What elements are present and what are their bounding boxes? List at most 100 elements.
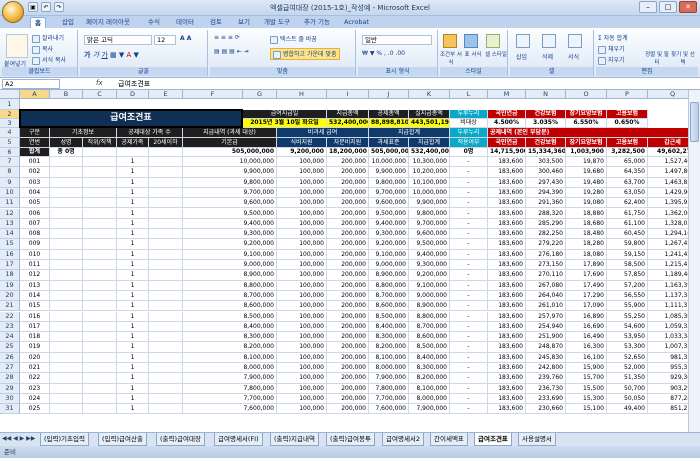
row-number[interactable]: 005 [20,198,50,209]
longterm-cell[interactable]: 19,870 [566,157,607,168]
row-header[interactable]: 28 [0,373,20,384]
name-cell[interactable] [50,332,83,343]
column-header-n[interactable]: N [526,90,566,99]
name-cell[interactable] [50,218,83,230]
total-pay-label[interactable]: 지급총액 [327,110,369,119]
total-cell[interactable]: 3,282,500 [607,148,648,157]
dupl-cell[interactable]: - [450,301,488,312]
tab-formulas[interactable]: 수식 [144,17,164,28]
family-cell[interactable]: 1 [117,373,149,384]
header-cell[interactable]: 공제내역 (본인 부담분) [488,128,688,138]
meal-cell[interactable]: 100,000 [277,332,327,343]
family-cell[interactable]: 1 [117,270,149,281]
under20-cell[interactable] [149,321,183,333]
position-cell[interactable] [83,393,117,405]
pay-total-cell[interactable]: 8,200,000 [409,373,450,384]
pay-total-cell[interactable]: 9,100,000 [409,280,450,291]
employment-cell[interactable]: 53,950 [607,332,648,343]
meal-cell[interactable]: 100,000 [277,301,327,312]
longterm-cell[interactable]: 18,280 [566,239,607,250]
tab-home[interactable]: 홈 [30,17,46,28]
employment-cell[interactable]: 62,400 [607,198,648,209]
health-cell[interactable]: 251,900 [526,332,566,343]
income-tax-cell[interactable]: 1,111,370 [648,301,688,312]
under20-cell[interactable] [149,198,183,209]
employment-cell[interactable]: 49,400 [607,404,648,415]
position-cell[interactable] [83,208,117,219]
employment-cell[interactable]: 63,700 [607,177,648,188]
pension-cell[interactable]: 183,600 [488,311,526,322]
pay-date-label[interactable]: 급여지급일 [243,110,327,119]
car-cell[interactable]: 200,000 [327,218,369,230]
income-tax-cell[interactable]: 1,328,050 [648,219,688,230]
taxable-cell[interactable]: 10,000,000 [369,157,409,168]
meal-cell[interactable]: 100,000 [277,177,327,188]
row-header[interactable]: 1 [0,99,20,110]
health-cell[interactable]: 279,220 [526,239,566,250]
dupl-cell[interactable]: - [450,373,488,384]
position-cell[interactable] [83,363,117,374]
family-cell[interactable]: 1 [117,208,149,219]
pay-total-cell[interactable]: 10,000,000 [409,187,450,199]
pay-total-cell[interactable]: 10,300,000 [409,157,450,168]
column-header-j[interactable]: J [369,90,409,99]
grow-font-icon[interactable]: A A [180,35,191,42]
total-cell[interactable]: 505,000,000 [369,148,409,157]
pension-cell[interactable]: 183,600 [488,404,526,415]
longterm-cell[interactable]: 19,280 [566,187,607,199]
pension-cell[interactable]: 183,600 [488,280,526,291]
name-cell[interactable] [50,404,83,415]
row-number[interactable]: 014 [20,290,50,302]
total-cell[interactable]: 0명 [450,148,488,157]
longterm-cell[interactable]: 18,080 [566,249,607,260]
name-cell[interactable] [50,167,83,178]
taxable-cell[interactable]: 8,300,000 [369,332,409,343]
row-header[interactable]: 20 [0,290,20,302]
cut-button[interactable]: 잘라내기 [32,33,64,43]
car-cell[interactable]: 200,000 [327,177,369,188]
pension-cell[interactable]: 183,600 [488,187,526,199]
position-cell[interactable] [83,290,117,302]
base-pay-cell[interactable]: 8,600,000 [183,301,277,312]
dupl-cell[interactable]: - [450,157,488,168]
employment-cell[interactable]: 51,350 [607,373,648,384]
tab-developer[interactable]: 개발 도구 [260,17,294,28]
income-tax-cell[interactable]: 929,300 [648,373,688,384]
subheader-cell[interactable]: 건강보험 [526,138,566,148]
employment-cell[interactable]: 54,600 [607,321,648,333]
format-cells-icon[interactable] [568,34,582,48]
subheader-cell[interactable]: 국민연금 [488,138,526,148]
name-cell[interactable] [50,270,83,281]
name-cell[interactable] [50,363,83,374]
longterm-cell[interactable]: 15,500 [566,383,607,394]
rate-value[interactable]: 4.500% [488,119,526,128]
pension-cell[interactable]: 183,600 [488,260,526,271]
car-cell[interactable]: 200,000 [327,249,369,260]
meal-cell[interactable]: 100,000 [277,393,327,405]
pension-cell[interactable]: 183,600 [488,249,526,260]
meal-cell[interactable]: 100,000 [277,198,327,209]
taxable-cell[interactable]: 8,600,000 [369,301,409,312]
column-header-b[interactable]: B [50,90,83,99]
longterm-cell[interactable]: 19,480 [566,177,607,188]
sort-filter-button[interactable]: 정렬 및 필터 [644,50,670,66]
dupl-label[interactable]: 두루누리 [450,110,488,119]
row-header[interactable]: 11 [0,198,20,209]
pay-total-cell[interactable]: 8,500,000 [409,342,450,353]
column-header-m[interactable]: M [488,90,526,99]
pay-total-cell[interactable]: 9,900,000 [409,198,450,209]
base-pay-cell[interactable]: 9,900,000 [183,167,277,178]
name-cell[interactable] [50,208,83,219]
family-cell[interactable]: 1 [117,260,149,271]
taxable-cell[interactable]: 8,100,000 [369,352,409,363]
taxable-cell[interactable]: 7,900,000 [369,373,409,384]
name-cell[interactable] [50,177,83,188]
pension-cell[interactable]: 183,600 [488,373,526,384]
pension-cell[interactable]: 183,600 [488,290,526,302]
health-cell[interactable]: 245,830 [526,352,566,363]
subheader-cell[interactable]: 장기요양보험 [566,138,607,148]
row-number[interactable]: 009 [20,239,50,250]
family-cell[interactable]: 1 [117,157,149,168]
pension-cell[interactable]: 183,600 [488,363,526,374]
employment-cell[interactable]: 65,000 [607,157,648,168]
